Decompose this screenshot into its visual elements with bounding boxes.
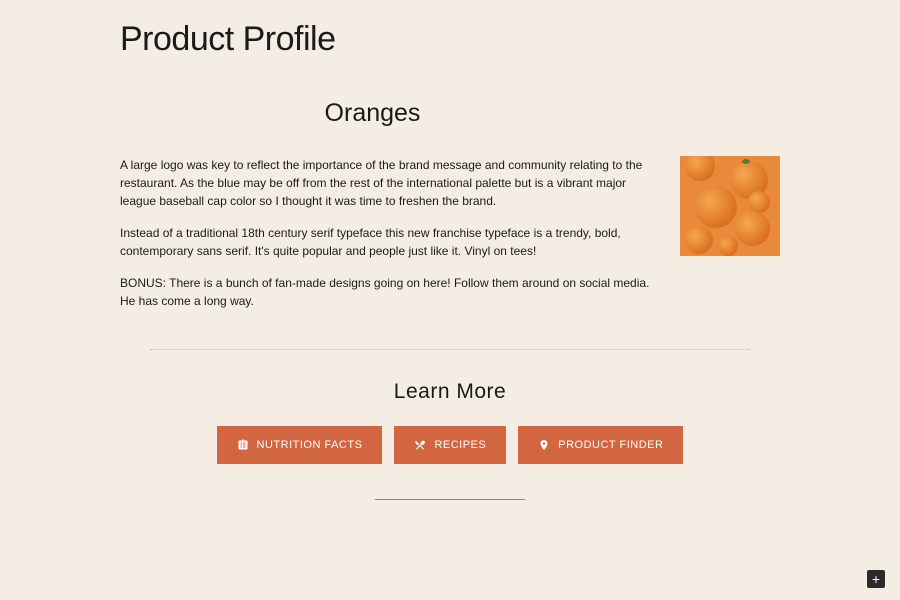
clipboard-icon	[237, 439, 249, 451]
page-title: Product Profile	[120, 20, 780, 59]
recipes-button[interactable]: RECIPES	[394, 426, 506, 464]
location-pin-icon	[538, 439, 550, 451]
add-button[interactable]: +	[867, 570, 885, 588]
product-finder-button[interactable]: PRODUCT FINDER	[518, 426, 683, 464]
product-paragraph: A large logo was key to reflect the impo…	[120, 156, 650, 210]
product-name: Oranges	[0, 99, 780, 128]
product-image	[680, 156, 780, 256]
learn-more-section: Learn More NUTRITION FACTS RECIPES PRODU…	[120, 380, 780, 500]
nutrition-facts-button[interactable]: NUTRITION FACTS	[217, 426, 383, 464]
product-description: A large logo was key to reflect the impo…	[120, 156, 650, 324]
product-paragraph: BONUS: There is a bunch of fan-made desi…	[120, 274, 650, 310]
bottom-rule	[375, 499, 525, 500]
section-divider	[150, 349, 750, 350]
button-row: NUTRITION FACTS RECIPES PRODUCT FINDER	[120, 426, 780, 464]
button-label: NUTRITION FACTS	[257, 439, 363, 451]
button-label: RECIPES	[434, 439, 486, 451]
button-label: PRODUCT FINDER	[558, 439, 663, 451]
learn-more-title: Learn More	[120, 380, 780, 404]
product-paragraph: Instead of a traditional 18th century se…	[120, 224, 650, 260]
product-section: Oranges A large logo was key to reflect …	[120, 99, 780, 324]
utensils-icon	[414, 439, 426, 451]
plus-icon: +	[872, 572, 880, 586]
